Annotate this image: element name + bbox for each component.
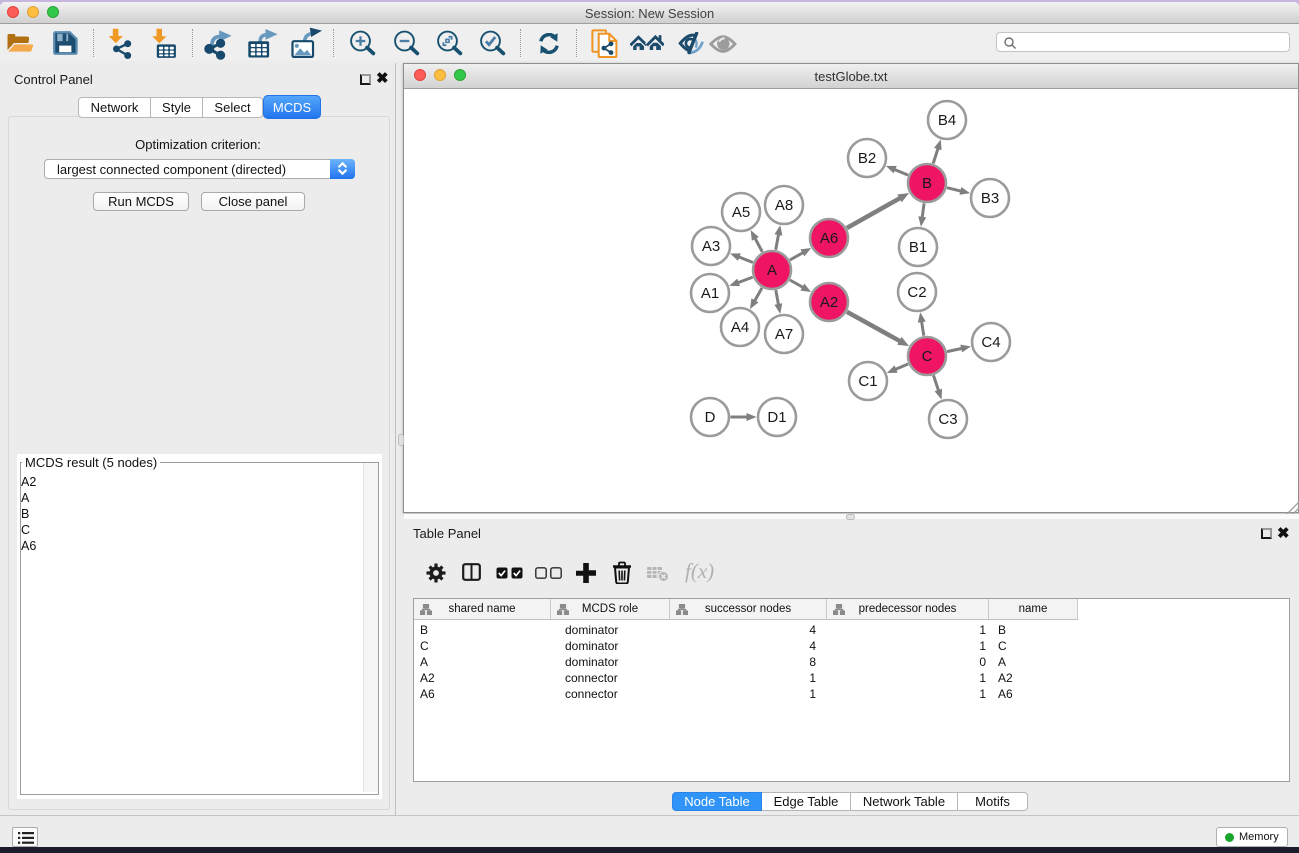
svg-text:D: D	[705, 409, 716, 426]
svg-text:B2: B2	[858, 150, 876, 167]
svg-text:D1: D1	[767, 409, 786, 426]
svg-text:B3: B3	[981, 190, 999, 207]
svg-text:A6: A6	[820, 230, 838, 247]
svg-text:B4: B4	[938, 112, 956, 129]
svg-text:A2: A2	[820, 294, 838, 311]
svg-text:C2: C2	[907, 284, 926, 301]
svg-text:A4: A4	[731, 319, 749, 336]
svg-text:C3: C3	[938, 411, 957, 428]
svg-text:A: A	[767, 262, 777, 279]
svg-text:A7: A7	[775, 326, 793, 343]
svg-text:A8: A8	[775, 197, 793, 214]
svg-text:C4: C4	[981, 334, 1000, 351]
svg-text:B1: B1	[909, 239, 927, 256]
svg-text:C1: C1	[858, 373, 877, 390]
svg-text:C: C	[922, 348, 933, 365]
svg-text:A5: A5	[732, 204, 750, 221]
svg-text:B: B	[922, 175, 932, 192]
svg-text:A3: A3	[702, 238, 720, 255]
svg-text:A1: A1	[701, 285, 719, 302]
